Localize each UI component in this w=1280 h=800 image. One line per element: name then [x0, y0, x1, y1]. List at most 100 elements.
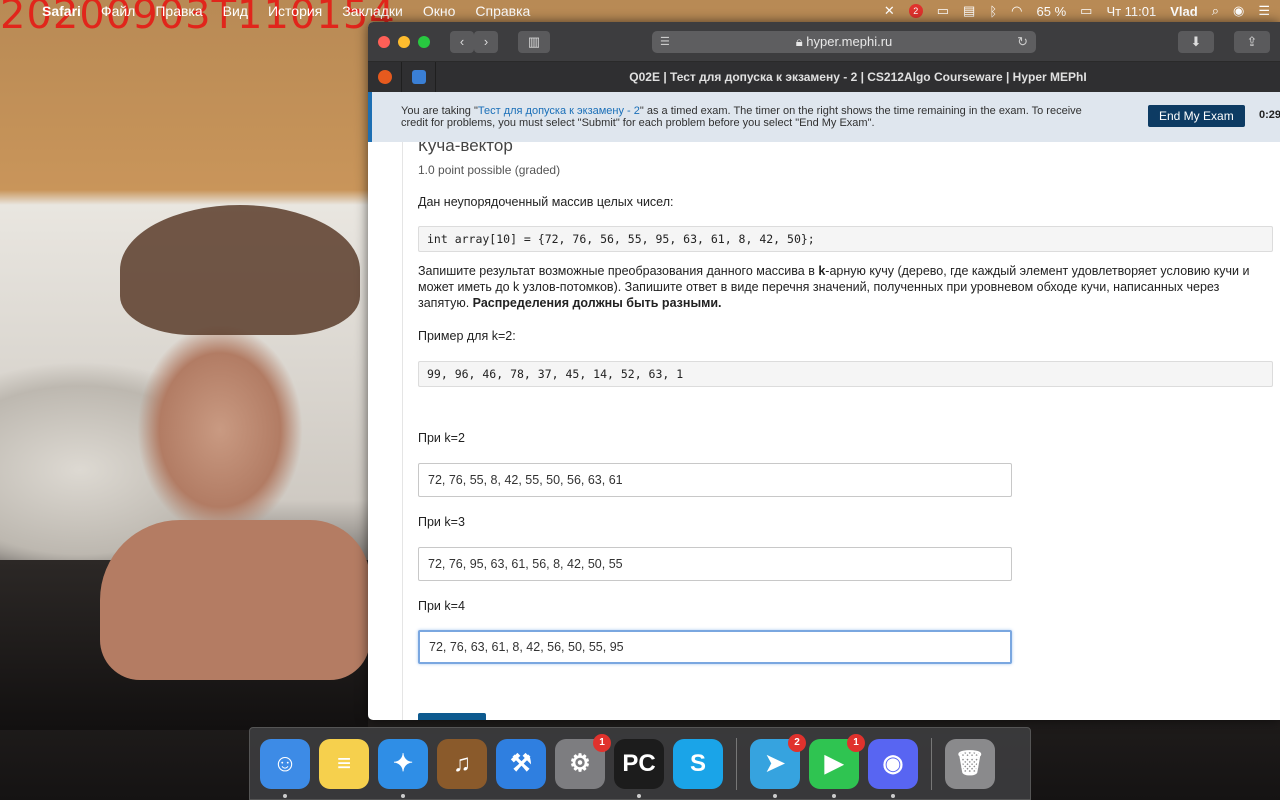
- reload-icon[interactable]: ↻: [1017, 34, 1028, 50]
- dock: ☺ ≡ ✦ ♫ ⚒ ⚙ 1 PC S ➤ 2 ▶ 1 ◉ 🗑: [249, 727, 1031, 800]
- chat-icon: [411, 70, 426, 84]
- problem-title: Куча-вектор: [418, 142, 513, 155]
- task-text-1: Запишите результат возможные преобразова…: [418, 264, 819, 278]
- problem-intro: Дан неупорядоченный массив целых чисел:: [418, 195, 674, 209]
- pinned-site-icon: [377, 70, 392, 84]
- close-window-button[interactable]: [378, 35, 390, 48]
- timed-exam-banner: You are taking "Тест для допуска к экзам…: [368, 92, 1280, 142]
- menu-edit[interactable]: Правка: [155, 3, 202, 19]
- running-indicator: [773, 793, 777, 798]
- content-divider: [402, 142, 403, 720]
- dock-app-glyph: ≡: [336, 749, 351, 777]
- submit-button[interactable]: [418, 713, 486, 720]
- spotlight-icon[interactable]: ⌕: [1212, 3, 1219, 19]
- clock[interactable]: Чт 11:01: [1106, 4, 1156, 19]
- user-name[interactable]: Vlad: [1170, 4, 1197, 19]
- pinned-tab-1[interactable]: [368, 62, 402, 92]
- banner-text-start: You are taking ": [401, 105, 478, 117]
- task-emphasis: Распределения должны быть разными.: [472, 296, 722, 310]
- trash-icon[interactable]: 🗑: [945, 738, 995, 789]
- webcam-person-hand: [100, 520, 370, 680]
- safari-icon[interactable]: ✦: [378, 738, 428, 798]
- flag-icon[interactable]: ▤: [963, 3, 975, 19]
- menu-help[interactable]: Справка: [475, 3, 530, 19]
- menu-file[interactable]: Файл: [101, 3, 135, 19]
- running-indicator: [891, 793, 895, 798]
- bluetooth-icon[interactable]: ᛒ: [989, 4, 997, 19]
- menu-window[interactable]: Окно: [423, 3, 456, 19]
- menu-extras: ✕ 2 ▭ ▤ ᛒ ◠ 65 % ▭ Чт 11:01 Vlad ⌕ ◉ ☰: [884, 3, 1270, 19]
- xcode-icon[interactable]: ⚒: [496, 738, 546, 789]
- exam-timer: 0:29:: [1259, 109, 1280, 121]
- browser-toolbar: ‹ › ▥ ☰ 🔒︎ hyper.mephi.ru ↻ ⬇ ⇪: [368, 22, 1280, 62]
- problem-content: Куча-вектор 1.0 point possible (graded) …: [368, 142, 1280, 720]
- telegram-icon[interactable]: ➤ 2: [750, 733, 806, 798]
- running-indicator: [283, 793, 287, 798]
- dock-app-glyph: ✦: [392, 750, 414, 777]
- menu-app-name[interactable]: Safari: [42, 3, 81, 19]
- active-tab-title[interactable]: Q02E | Тест для допуска к экзамену - 2 |…: [436, 70, 1280, 84]
- minimize-window-button[interactable]: [398, 35, 410, 48]
- answer-label-k3: При k=3: [418, 515, 465, 529]
- answer-label-k2: При k=2: [418, 431, 465, 445]
- share-button[interactable]: ⇪: [1234, 30, 1270, 53]
- dock-app-glyph: ➤: [764, 750, 786, 777]
- forward-button[interactable]: ›: [474, 30, 498, 53]
- answer-input-k4[interactable]: [418, 630, 1012, 664]
- menu-bar: Safari Файл Правка Вид История Закладки …: [0, 0, 1280, 22]
- problem-points: 1.0 point possible (graded): [418, 163, 561, 177]
- mute-icon[interactable]: ✕: [884, 3, 895, 19]
- fullscreen-window-button[interactable]: [418, 35, 430, 48]
- battery-icon: ▭: [1080, 3, 1093, 18]
- array-code-block: int array[10] = {72, 76, 56, 55, 95, 63,…: [418, 226, 1273, 252]
- pinned-tab-2[interactable]: [402, 62, 436, 92]
- dock-separator: [736, 737, 737, 790]
- control-list-icon[interactable]: ☰: [1258, 3, 1270, 19]
- discord-icon[interactable]: ◉: [868, 738, 918, 798]
- example-code-block: 99, 96, 46, 78, 37, 45, 14, 52, 63, 1: [418, 361, 1273, 387]
- notification-badge[interactable]: 2: [908, 4, 923, 18]
- banner-message: You are taking "Тест для допуска к экзам…: [401, 105, 1101, 129]
- airplay-icon[interactable]: ▭: [937, 3, 949, 19]
- url-text: hyper.mephi.ru: [806, 34, 893, 49]
- skype-icon[interactable]: S: [673, 738, 723, 789]
- sidebar-icon[interactable]: ▥: [518, 30, 550, 53]
- battery-status[interactable]: 65 %: [1037, 4, 1067, 19]
- pycharm-icon[interactable]: PC: [614, 738, 664, 798]
- siri-icon[interactable]: ◉: [1233, 3, 1244, 19]
- running-indicator: [832, 793, 836, 798]
- dock-app-glyph: ♫: [453, 749, 471, 777]
- gear-icon[interactable]: ⚙ 1: [555, 733, 611, 789]
- dock-app-glyph: PC: [622, 749, 656, 777]
- running-indicator: [637, 793, 641, 798]
- finder-icon[interactable]: ☺: [260, 738, 310, 798]
- facetime-icon[interactable]: ▶ 1: [809, 733, 865, 798]
- garageband-icon[interactable]: ♫: [437, 738, 487, 789]
- menu-history[interactable]: История: [268, 3, 322, 19]
- downloads-button[interactable]: ⬇: [1178, 30, 1214, 53]
- menu-view[interactable]: Вид: [223, 3, 248, 19]
- answer-input-k3[interactable]: [418, 547, 1012, 581]
- exam-link[interactable]: Тест для допуска к экзамену - 2: [478, 105, 640, 117]
- dock-app-glyph: S: [689, 749, 706, 777]
- dock-app-glyph: ⚙: [569, 750, 591, 777]
- wifi-icon[interactable]: ◠: [1011, 3, 1022, 19]
- back-button[interactable]: ‹: [450, 30, 474, 53]
- browser-window: ‹ › ▥ ☰ 🔒︎ hyper.mephi.ru ↻ ⬇ ⇪ Q02E | Т…: [368, 22, 1280, 720]
- end-exam-button[interactable]: End My Exam: [1148, 105, 1245, 127]
- menu-bookmarks[interactable]: Закладки: [342, 3, 403, 19]
- address-bar[interactable]: ☰ 🔒︎ hyper.mephi.ru ↻: [652, 30, 1036, 53]
- answer-input-k2[interactable]: [418, 463, 1012, 497]
- dock-badge: 1: [847, 733, 865, 752]
- tab-bar: Q02E | Тест для допуска к экзамену - 2 |…: [368, 62, 1280, 92]
- problem-task: Запишите результат возможные преобразова…: [418, 263, 1268, 311]
- dock-app-glyph: ▶: [824, 750, 844, 777]
- lock-icon: 🔒︎: [795, 33, 807, 49]
- dock-badge: 1: [593, 733, 611, 752]
- webcam-person-hair: [120, 205, 360, 335]
- dock-app-glyph: ⚒: [510, 750, 532, 777]
- example-label: Пример для k=2:: [418, 329, 516, 343]
- notes-icon[interactable]: ≡: [319, 738, 369, 789]
- reader-icon[interactable]: ☰: [660, 35, 670, 48]
- dock-app-glyph: ◉: [882, 750, 904, 777]
